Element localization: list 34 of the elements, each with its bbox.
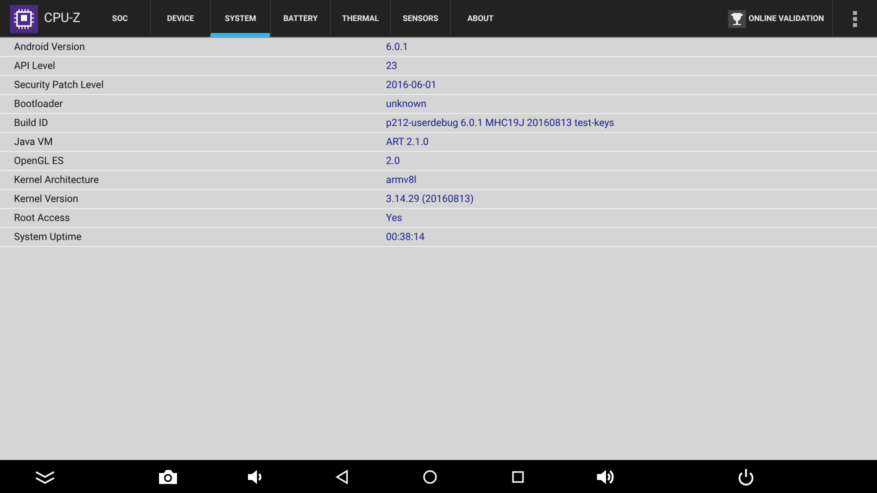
- tab[interactable]: SENSORS: [390, 0, 450, 37]
- property-value: Yes: [386, 212, 402, 224]
- chip-logo-icon: [10, 4, 38, 32]
- tab[interactable]: THERMAL: [330, 0, 390, 37]
- property-value: p212-userdebug 6.0.1 MHC19J 20160813 test-keys: [386, 118, 614, 128]
- property-label: System Uptime: [13, 232, 83, 242]
- property-label: Kernel Version: [13, 194, 80, 204]
- property-value: 23: [386, 60, 398, 72]
- property-value: 00:38:14: [386, 232, 425, 242]
- tab[interactable]: DEVICE: [150, 0, 210, 37]
- property-value: 2016-06-01: [386, 80, 436, 90]
- property-value: ART 2.1.0: [386, 136, 429, 148]
- app-title: CPU-Z: [44, 11, 80, 26]
- property-value: unknown: [386, 98, 426, 110]
- tab[interactable]: ABOUT: [450, 0, 510, 37]
- property-label: Android Version: [13, 42, 86, 52]
- property-label: Bootloader: [13, 98, 64, 110]
- camera-icon[interactable]: [157, 468, 179, 486]
- property-value: 6.0.1: [386, 42, 408, 52]
- tab[interactable]: BATTERY: [270, 0, 330, 37]
- online-validation-button[interactable]: ONLINE VALIDATION: [720, 0, 833, 37]
- property-label: OpenGL ES: [13, 156, 65, 166]
- property-label: Root Access: [13, 212, 71, 224]
- property-label: Build ID: [13, 118, 50, 128]
- tab[interactable]: SYSTEM: [210, 0, 270, 37]
- tab[interactable]: SOC: [90, 0, 150, 37]
- property-value: armv8l: [386, 174, 416, 186]
- property-label: Java VM: [13, 136, 54, 148]
- property-label: Security Patch Level: [13, 80, 105, 90]
- property-label: API Level: [13, 60, 56, 72]
- property-value: 2.0: [386, 156, 400, 166]
- property-label: Kernel Architecture: [13, 174, 100, 186]
- overflow-menu-icon[interactable]: [852, 10, 858, 26]
- property-value: 3.14.29 (20160813): [386, 194, 474, 204]
